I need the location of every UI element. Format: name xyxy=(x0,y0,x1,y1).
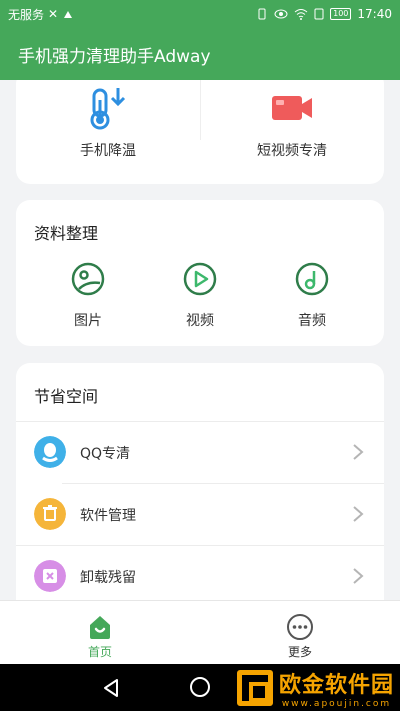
carrier-text: 无服务 xyxy=(8,7,45,22)
watermark: 欧金软件园 www.apoujin.com xyxy=(236,664,394,711)
watermark-title: 欧金软件园 xyxy=(278,672,394,698)
tool-short-video-label: 短视频专清 xyxy=(257,143,327,159)
sim-icon xyxy=(314,8,324,20)
tab-more-label: 更多 xyxy=(287,645,312,659)
tab-more[interactable]: 更多 xyxy=(200,601,400,665)
organize-item-images-label: 图片 xyxy=(74,313,102,329)
video-camera-icon xyxy=(272,96,312,120)
trash-icon xyxy=(34,498,66,530)
chevron-right-icon xyxy=(353,506,364,522)
uninstall-box-icon xyxy=(34,560,66,592)
organize-item-videos[interactable]: 视频 xyxy=(145,262,255,336)
tools-card: 手机降温 短视频专清 xyxy=(16,80,384,184)
music-icon xyxy=(295,262,329,296)
tool-cooldown-label: 手机降温 xyxy=(80,143,136,159)
organize-item-images[interactable]: 图片 xyxy=(33,262,143,336)
chevron-right-icon xyxy=(353,568,364,584)
watermark-logo-icon xyxy=(236,669,273,706)
main-content[interactable]: 手机降温 短视频专清 资料整理 图片 视频 音频 节省空间 QQ专清 软件管理 … xyxy=(0,80,400,600)
tab-home-label: 首页 xyxy=(87,645,112,659)
no-sim-icon: ✕ xyxy=(48,7,59,21)
play-icon xyxy=(183,262,217,296)
organize-card: 资料整理 图片 视频 音频 xyxy=(16,200,384,346)
back-icon[interactable] xyxy=(102,678,120,698)
save-space-card: 节省空间 QQ专清 软件管理 卸载残留 xyxy=(16,363,384,600)
wifi-icon xyxy=(294,9,308,20)
clock: 17:40 xyxy=(357,7,392,21)
status-bar: 无服务 ✕ 100 17:40 xyxy=(0,0,400,28)
list-item-qq[interactable]: QQ专清 xyxy=(16,421,384,483)
thermometer-cool-icon xyxy=(90,88,126,130)
chevron-right-icon xyxy=(353,444,364,460)
list-item-uninstall-residue[interactable]: 卸载残留 xyxy=(16,545,384,600)
divider xyxy=(62,483,384,484)
bottom-nav: 首页 更多 xyxy=(0,600,400,664)
organize-item-audio[interactable]: 音频 xyxy=(257,262,367,336)
save-space-title: 节省空间 xyxy=(34,387,99,406)
divider xyxy=(16,545,384,546)
tool-cooldown[interactable]: 手机降温 xyxy=(16,80,200,184)
list-item-app-manager-label: 软件管理 xyxy=(80,508,136,524)
app-bar: 手机强力清理助手Adway xyxy=(0,28,400,80)
list-item-qq-label: QQ专清 xyxy=(80,446,131,462)
home-icon xyxy=(90,616,110,639)
tab-home[interactable]: 首页 xyxy=(0,601,200,665)
cleaner-notification-icon xyxy=(64,11,73,18)
battery-icon: 100 xyxy=(330,8,352,20)
list-item-uninstall-residue-label: 卸载残留 xyxy=(80,570,136,586)
qq-icon xyxy=(34,436,66,468)
divider xyxy=(16,421,384,422)
vibrate-icon xyxy=(258,8,266,20)
more-icon xyxy=(287,614,313,640)
home-button[interactable] xyxy=(190,677,210,697)
organize-title: 资料整理 xyxy=(34,224,99,243)
eye-icon xyxy=(274,9,288,19)
watermark-url: www.apoujin.com xyxy=(281,698,392,709)
page-title: 手机强力清理助手Adway xyxy=(18,46,211,67)
organize-item-audio-label: 音频 xyxy=(298,313,326,329)
image-icon xyxy=(71,262,105,296)
tool-short-video[interactable]: 短视频专清 xyxy=(200,80,384,184)
list-item-app-manager[interactable]: 软件管理 xyxy=(16,483,384,545)
organize-item-videos-label: 视频 xyxy=(186,313,214,329)
